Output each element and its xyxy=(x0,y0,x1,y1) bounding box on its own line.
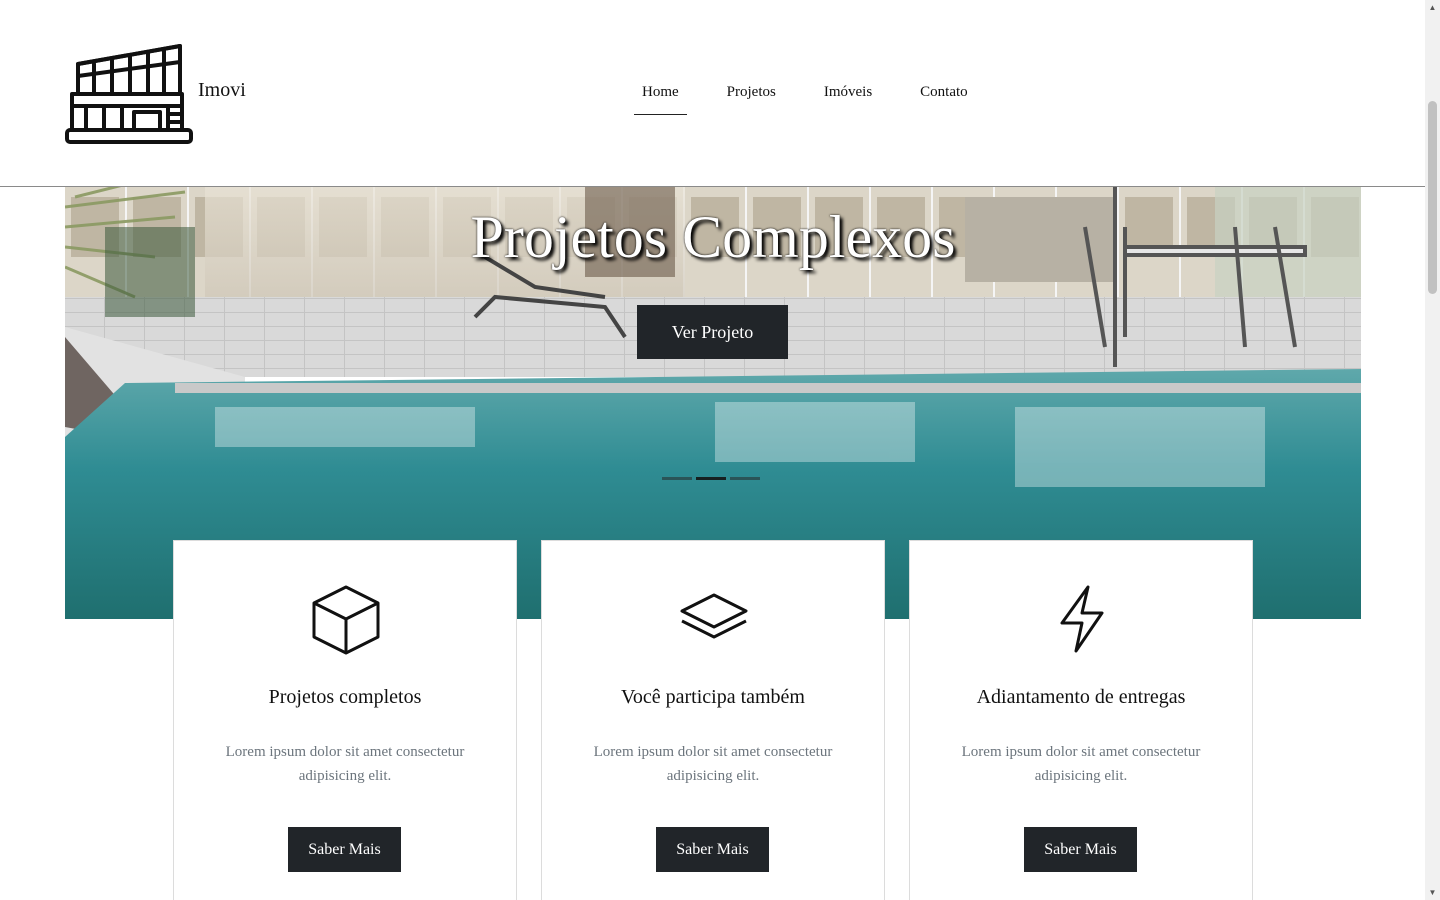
card-text: Lorem ipsum dolor sit amet consectetur a… xyxy=(225,744,465,784)
nav-item-projetos[interactable]: Projetos xyxy=(719,82,784,115)
lightning-icon xyxy=(1060,585,1104,653)
feature-card-projetos: Projetos completos Lorem ipsum dolor sit… xyxy=(173,540,517,900)
saber-mais-button[interactable]: Saber Mais xyxy=(656,827,769,872)
carousel-indicator-3[interactable] xyxy=(730,477,760,480)
building-logo-icon[interactable] xyxy=(64,40,194,146)
feature-card-entregas: Adiantamento de entregas Lorem ipsum dol… xyxy=(909,540,1253,900)
site-header: Imovi Home Projetos Imóveis Contato xyxy=(0,0,1425,187)
carousel-indicator-2[interactable] xyxy=(696,477,726,480)
scroll-up-arrow-icon[interactable]: ▲ xyxy=(1425,0,1440,15)
saber-mais-button[interactable]: Saber Mais xyxy=(1024,827,1137,872)
feature-card-participa: Você participa também Lorem ipsum dolor … xyxy=(541,540,885,900)
card-text: Lorem ipsum dolor sit amet consectetur a… xyxy=(961,744,1201,784)
nav-item-home[interactable]: Home xyxy=(634,82,687,115)
main-nav: Home Projetos Imóveis Contato xyxy=(634,82,1008,115)
card-title: Você participa também xyxy=(620,686,805,708)
scroll-down-arrow-icon[interactable]: ▼ xyxy=(1425,885,1440,900)
hero-title: Projetos Complexos xyxy=(470,204,956,270)
carousel-indicator-1[interactable] xyxy=(662,477,692,480)
nav-item-contato[interactable]: Contato xyxy=(912,82,976,115)
card-title: Adiantamento de entregas xyxy=(976,686,1186,708)
carousel-indicators xyxy=(662,477,760,480)
card-text: Lorem ipsum dolor sit amet consectetur a… xyxy=(593,744,833,784)
page-scrollbar[interactable]: ▲ ▼ xyxy=(1425,0,1440,900)
ver-projeto-button[interactable]: Ver Projeto xyxy=(637,305,788,359)
layers-icon xyxy=(680,593,748,639)
brand-name[interactable]: Imovi xyxy=(198,79,246,102)
cube-icon xyxy=(312,585,380,655)
scroll-thumb[interactable] xyxy=(1428,101,1437,294)
nav-item-imoveis[interactable]: Imóveis xyxy=(816,82,880,115)
card-title: Projetos completos xyxy=(268,686,422,708)
saber-mais-button[interactable]: Saber Mais xyxy=(288,827,401,872)
